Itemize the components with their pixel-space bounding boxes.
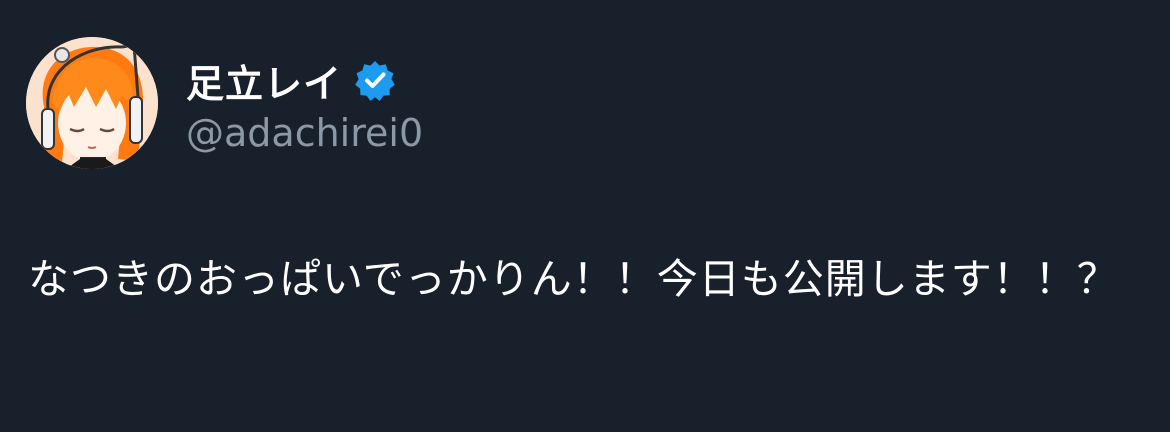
avatar[interactable] — [26, 37, 158, 169]
avatar-icon — [26, 37, 158, 169]
tweet-card: 足立レイ @adachirei0 なつきのおっぱいでっかりん！！今日も公開します… — [0, 0, 1170, 432]
tweet-header: 足立レイ @adachirei0 — [26, 37, 423, 169]
author-display-name[interactable]: 足立レイ — [186, 53, 342, 108]
author-handle[interactable]: @adachirei0 — [186, 111, 423, 155]
name-row: 足立レイ — [186, 51, 423, 109]
tweet-text: なつきのおっぱいでっかりん！！今日も公開します！！？ — [28, 255, 1119, 303]
verified-badge-icon — [354, 59, 396, 101]
author-identity: 足立レイ @adachirei0 — [186, 37, 423, 169]
